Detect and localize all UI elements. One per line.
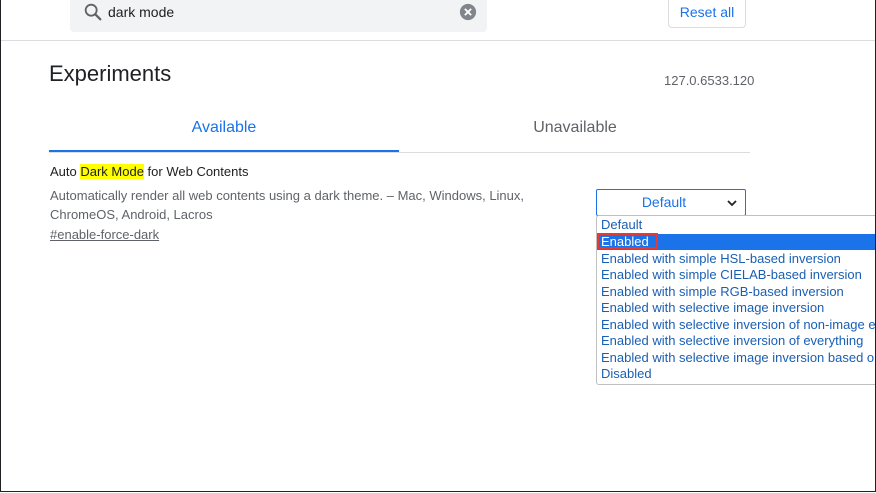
window-frame: [0, 0, 876, 492]
